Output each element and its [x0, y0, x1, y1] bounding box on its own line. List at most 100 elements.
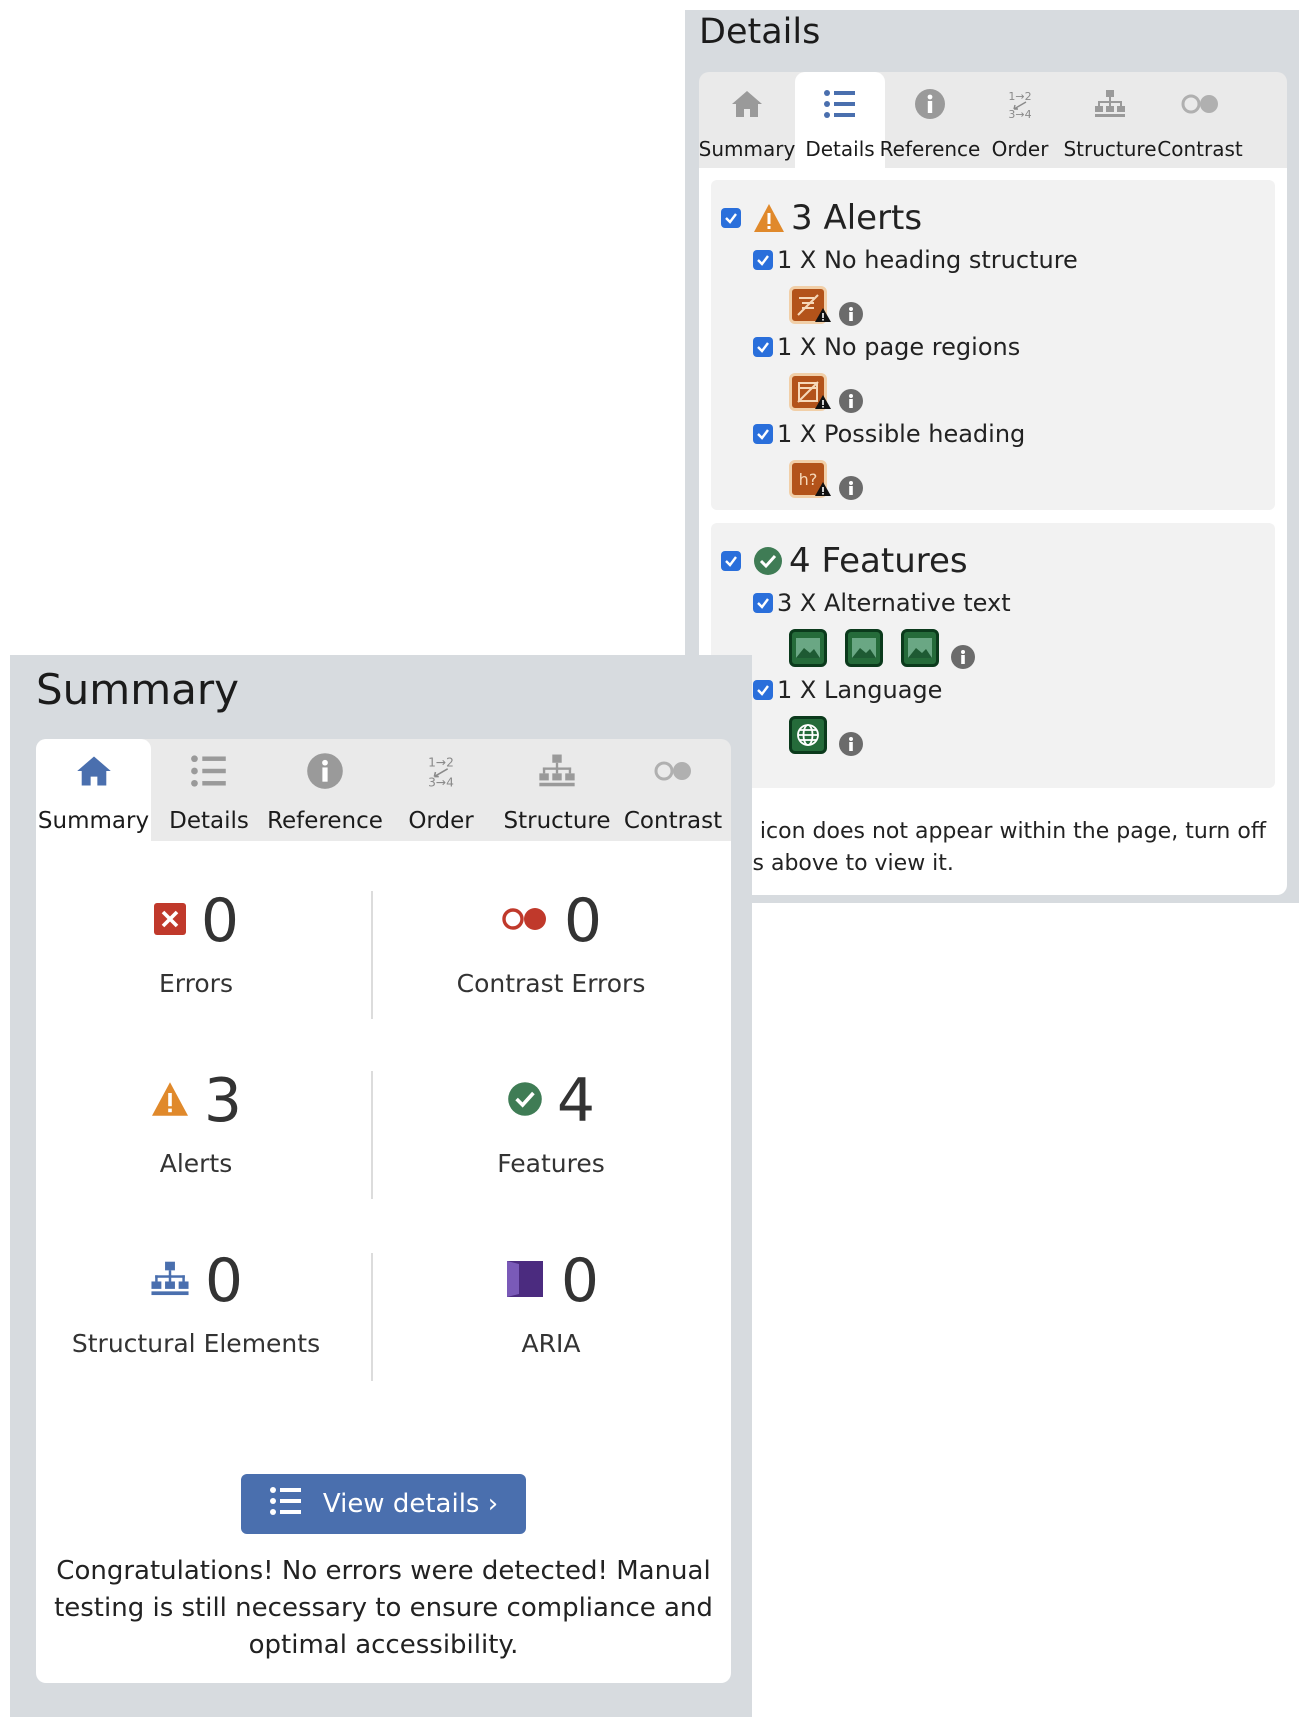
- stat-label: Structural Elements: [71, 1329, 321, 1358]
- tab-contrast[interactable]: Contrast: [1155, 72, 1245, 168]
- no-heading-structure-icon[interactable]: [789, 286, 831, 324]
- view-details-label: View details ›: [322, 1489, 499, 1519]
- contrast-icon: [653, 751, 693, 791]
- warning-mini-icon: [814, 394, 832, 414]
- feature-item-checkbox[interactable]: [753, 680, 773, 700]
- aria-icon: [503, 1257, 547, 1305]
- svg-text:3→4: 3→4: [1008, 108, 1031, 121]
- stat-value: 0: [563, 886, 603, 956]
- stat-value: 0: [200, 886, 240, 956]
- tab-label: Order: [408, 808, 474, 834]
- alert-item-checkbox[interactable]: [753, 424, 773, 444]
- home-icon: [727, 84, 767, 124]
- alt-text-icon[interactable]: [901, 629, 939, 667]
- divider: [371, 891, 373, 1019]
- svg-text:1→2: 1→2: [428, 756, 454, 770]
- feature-item-icons: [789, 627, 975, 669]
- tab-label: Order: [991, 137, 1049, 161]
- alert-item-icons: h?: [789, 458, 863, 500]
- alert-item-icons: [789, 284, 863, 326]
- details-panel: Details Summary Details Reference 1→2 3→4…: [685, 10, 1299, 903]
- divider: [371, 1071, 373, 1199]
- stat-value: 4: [556, 1066, 596, 1136]
- tab-label: Details: [805, 137, 875, 161]
- warning-mini-icon: [814, 307, 832, 327]
- feature-item: 3 X Alternative text: [753, 589, 1011, 617]
- details-note-line: n icon does not appear within the page, …: [739, 819, 1266, 844]
- tab-summary[interactable]: Summary: [36, 739, 151, 841]
- alerts-header: 3 Alerts: [721, 198, 922, 238]
- language-icon[interactable]: [789, 716, 827, 754]
- tab-structure[interactable]: Structure: [1063, 72, 1157, 168]
- tab-label: Contrast: [623, 808, 723, 834]
- tab-details[interactable]: Details: [795, 72, 885, 168]
- stat-label: Features: [497, 1149, 605, 1178]
- tab-order[interactable]: 1→2 3→4 Order: [383, 739, 499, 841]
- error-icon: [153, 902, 187, 940]
- tab-contrast[interactable]: Contrast: [615, 739, 731, 841]
- alerts-checkbox[interactable]: [721, 208, 741, 228]
- info-icon[interactable]: [839, 476, 863, 500]
- stat-value: 3: [203, 1066, 243, 1136]
- features-group: 4 Features 3 X Alternative text 1 X Lang…: [711, 523, 1275, 788]
- order-icon: 1→2 3→4: [1000, 84, 1040, 124]
- stat-alerts[interactable]: 3 Alerts: [36, 1061, 356, 1201]
- structure-icon: [537, 751, 577, 791]
- info-icon[interactable]: [839, 302, 863, 326]
- list-icon: [820, 84, 860, 124]
- tab-reference[interactable]: Reference: [880, 72, 980, 168]
- tab-summary[interactable]: Summary: [699, 72, 795, 168]
- alt-text-icon[interactable]: [789, 629, 827, 667]
- alert-item-label: 1 X No page regions: [777, 333, 1021, 361]
- info-icon[interactable]: [839, 389, 863, 413]
- tab-label: Structure: [503, 808, 611, 834]
- tab-order[interactable]: 1→2 3→4 Order: [975, 72, 1065, 168]
- features-heading: 4 Features: [789, 541, 968, 581]
- alert-icon: [753, 203, 785, 233]
- summary-content: 0 Errors 0 Contrast Errors 3 Alerts 4 Fe: [36, 841, 731, 1683]
- alerts-heading: 3 Alerts: [791, 198, 923, 238]
- features-checkbox[interactable]: [721, 551, 741, 571]
- stat-contrast-errors[interactable]: 0 Contrast Errors: [381, 881, 721, 1021]
- details-tabbar: Summary Details Reference 1→2 3→4 Order S…: [699, 72, 1287, 168]
- svg-text:3→4: 3→4: [428, 776, 454, 790]
- alert-item-icons: [789, 371, 863, 413]
- tab-label: Summary: [698, 137, 796, 161]
- congratulations-message: Congratulations! No errors were detected…: [54, 1556, 713, 1660]
- summary-tabbar: Summary Details Reference 1→2 3→4 Order S…: [36, 739, 731, 841]
- info-icon[interactable]: [839, 732, 863, 756]
- stat-features[interactable]: 4 Features: [381, 1061, 721, 1201]
- view-details-button[interactable]: View details ›: [241, 1474, 526, 1534]
- stat-errors[interactable]: 0 Errors: [36, 881, 356, 1021]
- stat-aria[interactable]: 0 ARIA: [381, 1241, 721, 1381]
- alert-item-label: 1 X Possible heading: [777, 420, 1026, 448]
- tab-structure[interactable]: Structure: [499, 739, 615, 841]
- tab-label: Structure: [1063, 137, 1157, 161]
- contrast-error-icon: [500, 904, 550, 938]
- feature-item: 1 X Language: [753, 676, 942, 704]
- alt-text-icon[interactable]: [845, 629, 883, 667]
- stat-label: Alerts: [159, 1149, 233, 1178]
- feature-check-icon: [753, 546, 783, 576]
- tab-details[interactable]: Details: [151, 739, 267, 841]
- info-icon[interactable]: [951, 645, 975, 669]
- possible-heading-icon[interactable]: h?: [789, 460, 831, 498]
- feature-item-label: 3 X Alternative text: [777, 589, 1011, 617]
- features-header: 4 Features: [721, 541, 968, 581]
- alerts-group: 3 Alerts 1 X No heading structure 1 X No…: [711, 180, 1275, 510]
- tab-label: Reference: [879, 137, 981, 161]
- tab-label: Reference: [267, 808, 383, 834]
- stat-label: Errors: [159, 969, 233, 998]
- summary-panel: Summary Summary Details Reference 1→2 3→4…: [10, 655, 752, 1717]
- stat-structural-elements[interactable]: 0 Structural Elements: [36, 1241, 356, 1381]
- alert-item: 1 X No heading structure: [753, 246, 1078, 274]
- tab-label: Summary: [37, 808, 150, 834]
- tab-reference[interactable]: Reference: [267, 739, 383, 841]
- home-icon: [74, 751, 114, 791]
- no-page-regions-icon[interactable]: [789, 373, 831, 411]
- info-icon: [910, 84, 950, 124]
- alert-item-checkbox[interactable]: [753, 250, 773, 270]
- alert-item-checkbox[interactable]: [753, 337, 773, 357]
- feature-item-checkbox[interactable]: [753, 593, 773, 613]
- structure-icon: [149, 1260, 191, 1302]
